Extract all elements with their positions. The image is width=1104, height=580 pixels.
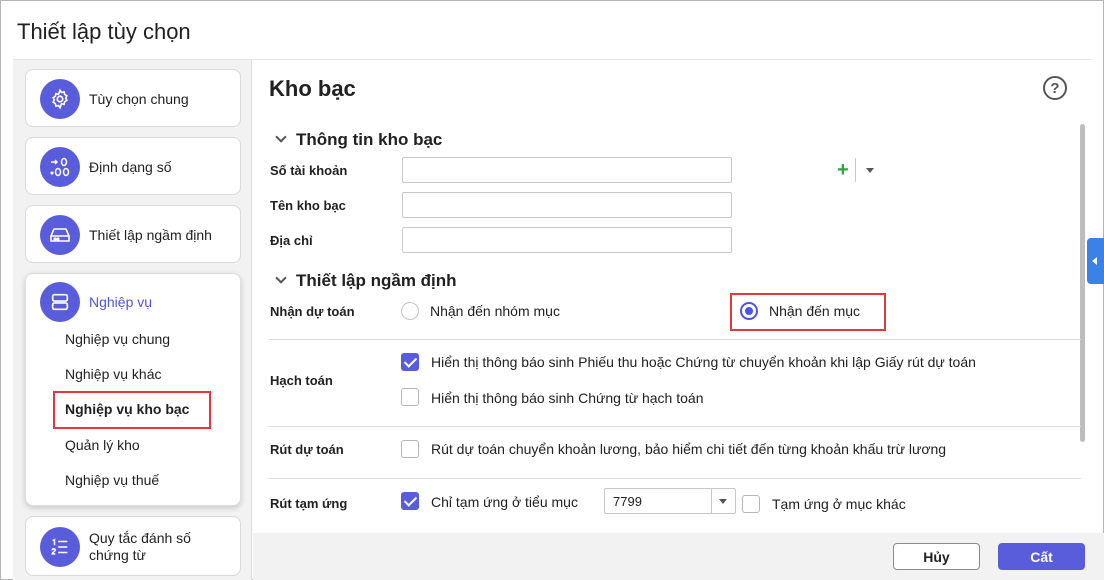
sidebar-item-label: chứng từ	[89, 547, 146, 563]
sidebar-item-label: Định dạng số	[89, 159, 172, 175]
withdraw-estimate-label: Rút dự toán	[270, 442, 344, 457]
highlight-box	[53, 391, 211, 429]
section-title-treasury-info[interactable]: Thông tin kho bạc	[296, 130, 442, 150]
account-number-field[interactable]: +	[402, 157, 874, 183]
help-icon[interactable]: ?	[1043, 76, 1067, 100]
sidebar-item-label: Nghiệp vụ	[89, 294, 153, 310]
gear-icon	[40, 79, 80, 119]
sidebar-item-document-numbering[interactable]: Quy tắc đánh số chứng từ	[25, 516, 241, 576]
sub-item-inventory-management[interactable]: Quản lý kho	[65, 437, 140, 453]
chevron-down-icon[interactable]	[275, 272, 287, 284]
server-stack-icon	[40, 282, 80, 322]
radio-group-level[interactable]	[401, 302, 419, 320]
withdraw-advance-label: Rút tạm ứng	[270, 496, 348, 511]
sub-item-other-operations[interactable]: Nghiệp vụ khác	[65, 366, 162, 382]
vertical-scrollbar[interactable]	[1080, 124, 1085, 442]
checkbox-advance-other-item[interactable]	[742, 495, 760, 513]
treasury-name-label: Tên kho bạc	[270, 198, 346, 213]
cancel-button[interactable]: Hủy	[893, 543, 980, 570]
sidebar-item-label: Tùy chọn chung	[89, 91, 189, 107]
checkbox-withdraw-salary-detail-label: Rút dự toán chuyển khoản lương, bảo hiểm…	[431, 441, 947, 457]
checkbox-withdraw-salary-detail[interactable]	[401, 440, 419, 458]
field-divider	[855, 158, 856, 182]
sub-item-tax-operations[interactable]: Nghiệp vụ thuế	[65, 472, 159, 488]
highlight-box	[730, 293, 886, 331]
row-divider	[269, 339, 1081, 340]
row-divider	[269, 478, 1081, 479]
chevron-down-icon[interactable]	[719, 499, 727, 504]
address-field[interactable]	[402, 227, 732, 253]
page-title: Kho bạc	[269, 76, 356, 101]
sidebar: Tùy chọn chung Định dạng số Thiết lập ng…	[13, 60, 252, 580]
sidebar-item-operations[interactable]: Nghiệp vụ Nghiệp vụ chung Nghiệp vụ khác…	[25, 273, 241, 506]
subitem-select-value: 7799	[613, 494, 642, 509]
row-divider	[269, 426, 1081, 427]
side-panel-toggle[interactable]	[1087, 238, 1104, 284]
sidebar-item-general-options[interactable]: Tùy chọn chung	[25, 69, 241, 127]
main-panel: Kho bạc ? Thông tin kho bạc Số tài khoản…	[253, 60, 1104, 580]
section-title-default-settings[interactable]: Thiết lập ngầm định	[296, 271, 457, 291]
sub-item-general-operations[interactable]: Nghiệp vụ chung	[65, 331, 170, 347]
address-label: Địa chỉ	[270, 233, 313, 248]
numbered-list-icon	[40, 527, 80, 567]
checkbox-show-receipt-notice[interactable]	[401, 353, 419, 371]
subitem-select[interactable]: 7799	[604, 488, 736, 514]
accounting-label: Hạch toán	[270, 373, 333, 388]
checkbox-advance-subitem[interactable]	[401, 492, 419, 510]
receive-estimate-label: Nhận dự toán	[270, 304, 355, 319]
chevron-down-icon[interactable]	[275, 131, 287, 143]
field-divider	[711, 489, 712, 513]
account-number-label: Số tài khoản	[270, 163, 348, 178]
checkbox-advance-subitem-label: Chỉ tạm ứng ở tiểu mục	[431, 494, 578, 510]
number-format-icon	[40, 147, 80, 187]
sidebar-item-label: Quy tắc đánh số	[89, 530, 191, 546]
options-dialog: Thiết lập tùy chọn Tùy chọn chung Định d…	[0, 0, 1104, 580]
checkbox-show-voucher-notice[interactable]	[401, 388, 419, 406]
dialog-title: Thiết lập tùy chọn	[17, 19, 191, 44]
radio-group-level-label: Nhận đến nhóm mục	[430, 303, 560, 319]
treasury-name-field[interactable]	[402, 192, 732, 218]
sidebar-item-default-settings[interactable]: Thiết lập ngầm định	[25, 205, 241, 263]
checkbox-show-receipt-notice-label: Hiển thị thông báo sinh Phiếu thu hoặc C…	[431, 354, 976, 370]
sidebar-item-label: Thiết lập ngầm định	[89, 227, 212, 243]
sidebar-item-number-format[interactable]: Định dạng số	[25, 137, 241, 195]
add-icon[interactable]: +	[837, 159, 849, 181]
checkbox-advance-other-item-label: Tạm ứng ở mục khác	[772, 496, 906, 512]
storage-drive-icon	[40, 215, 80, 255]
checkbox-show-voucher-notice-label: Hiển thị thông báo sinh Chứng từ hạch to…	[431, 390, 704, 406]
dialog-footer: Hủy Cất	[253, 533, 1104, 580]
save-button[interactable]: Cất	[998, 543, 1085, 570]
chevron-down-icon[interactable]	[866, 168, 874, 173]
